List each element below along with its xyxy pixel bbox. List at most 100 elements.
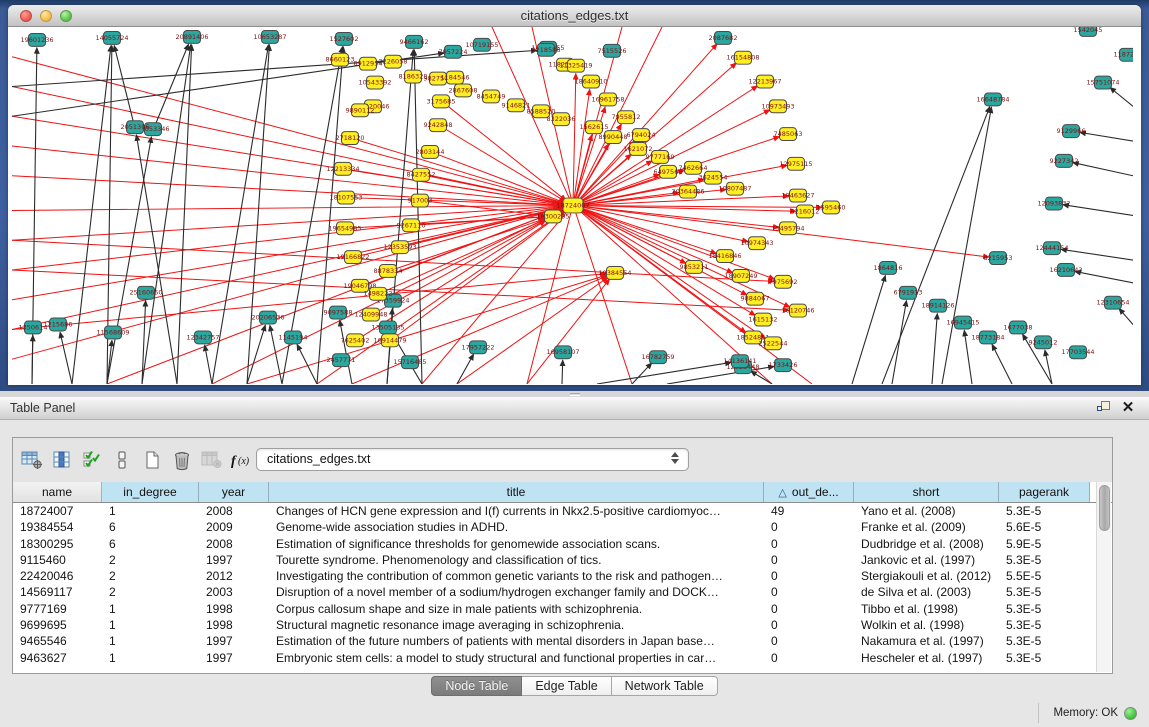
- graph-edge[interactable]: [429, 176, 564, 204]
- scrollbar-thumb[interactable]: [1099, 485, 1110, 531]
- table-cell[interactable]: Dudbridge et al. (2008): [854, 536, 999, 552]
- graph-node[interactable]: 10719155: [465, 38, 498, 51]
- column-header-in_degree[interactable]: in_degree: [102, 482, 199, 502]
- table-cell[interactable]: 1997: [199, 650, 269, 666]
- table-cell[interactable]: 0: [764, 568, 854, 584]
- table-cell[interactable]: 0: [764, 552, 854, 568]
- graph-edge[interactable]: [562, 360, 563, 384]
- graph-node[interactable]: 2867608: [449, 84, 478, 97]
- table-cell[interactable]: Tibbo et al. (1998): [854, 601, 999, 617]
- graph-node[interactable]: 10653287: [253, 30, 286, 43]
- graph-node[interactable]: 19166822: [336, 251, 369, 264]
- memory-ok-indicator[interactable]: [1124, 707, 1137, 720]
- graph-edge[interactable]: [12, 274, 606, 330]
- column-header-out_de[interactable]: △ out_de...: [764, 482, 854, 502]
- table-column-icon[interactable]: [49, 448, 75, 472]
- graph-edge[interactable]: [12, 146, 565, 205]
- table-cell[interactable]: 9463627: [13, 650, 102, 666]
- table-cell[interactable]: Franke et al. (2009): [854, 519, 999, 535]
- graph-edge[interactable]: [136, 135, 177, 384]
- graph-node[interactable]: 1542045: [1074, 27, 1103, 36]
- graph-node[interactable]: 7485063: [774, 128, 803, 141]
- table-cell[interactable]: 9465546: [13, 633, 102, 649]
- graph-node[interactable]: 14055724: [95, 31, 128, 44]
- graph-node[interactable]: 16961758: [591, 93, 624, 106]
- table-cell[interactable]: 0: [764, 536, 854, 552]
- graph-edge[interactable]: [852, 276, 885, 384]
- graph-node[interactable]: 12213967: [748, 75, 781, 88]
- graph-node[interactable]: 12093832: [1037, 197, 1070, 210]
- graph-node[interactable]: 8454749: [477, 90, 506, 103]
- table-cell[interactable]: 9699695: [13, 617, 102, 633]
- graph-node[interactable]: 16210643: [1049, 264, 1082, 277]
- table-row[interactable]: 911546021997Tourette syndrome. Phenomeno…: [13, 552, 1112, 568]
- network-canvas[interactable]: 19601236 14055724 20891406 10653287 1527602 9…: [8, 27, 1141, 384]
- table-cell[interactable]: 0: [764, 617, 854, 633]
- row-selector-icon[interactable]: [109, 448, 135, 472]
- table-selector-dropdown[interactable]: citations_edges.txt: [256, 448, 689, 471]
- table-cell[interactable]: 2008: [199, 503, 269, 519]
- graph-edge[interactable]: [247, 325, 265, 384]
- column-header-name[interactable]: name: [13, 482, 102, 502]
- graph-node[interactable]: 16945415: [946, 316, 979, 329]
- graph-node[interactable]: 1527602: [330, 32, 359, 45]
- table-cell[interactable]: 6: [102, 519, 199, 535]
- graph-node[interactable]: 15495794: [771, 222, 804, 235]
- graph-node[interactable]: 18640910: [574, 75, 607, 88]
- graph-edge[interactable]: [573, 74, 576, 199]
- close-panel-button[interactable]: ✕: [1119, 400, 1137, 416]
- float-panel-button[interactable]: [1095, 400, 1113, 416]
- table-cell[interactable]: 9115460: [13, 552, 102, 568]
- table-cell[interactable]: 5.6E-5: [999, 519, 1090, 535]
- delete-table-icon[interactable]: [199, 448, 225, 472]
- graph-node[interactable]: 7515526: [598, 44, 627, 57]
- graph-edge[interactable]: [597, 362, 731, 384]
- table-cell[interactable]: 1: [102, 650, 199, 666]
- graph-node[interactable]: 8322036: [547, 113, 576, 126]
- table-cell[interactable]: 18724007: [13, 503, 102, 519]
- graph-node[interactable]: 9242848: [424, 119, 453, 132]
- graph-edge[interactable]: [1063, 205, 1133, 216]
- create-column-icon[interactable]: [139, 448, 165, 472]
- table-cell[interactable]: 0: [764, 584, 854, 600]
- table-row[interactable]: 977716911998Corpus callosum shape and si…: [13, 601, 1112, 617]
- table-cell[interactable]: Jankovic et al. (1997): [854, 552, 999, 568]
- table-cell[interactable]: 1997: [199, 633, 269, 649]
- graph-node[interactable]: 7955812: [612, 111, 641, 124]
- table-cell[interactable]: 5.3E-5: [999, 584, 1090, 600]
- function-builder-icon[interactable]: f(x): [229, 448, 255, 472]
- table-cell[interactable]: Corpus callosum shape and size in male p…: [269, 601, 764, 617]
- table-settings-icon[interactable]: [19, 448, 45, 472]
- table-cell[interactable]: 5.3E-5: [999, 601, 1090, 617]
- graph-node[interactable]: 2087682: [709, 31, 738, 44]
- graph-node[interactable]: 1145194: [279, 331, 308, 344]
- graph-node[interactable]: 16914479: [373, 334, 406, 347]
- graph-node[interactable]: 18416846: [708, 250, 741, 263]
- graph-edge[interactable]: [964, 330, 972, 384]
- tab-edge-table[interactable]: Edge Table: [522, 676, 611, 696]
- graph-node[interactable]: 20364486: [671, 185, 704, 198]
- table-cell[interactable]: 5.3E-5: [999, 503, 1090, 519]
- table-cell[interactable]: 0: [764, 519, 854, 535]
- table-cell[interactable]: 1998: [199, 617, 269, 633]
- graph-node[interactable]: 3175685: [427, 95, 456, 108]
- graph-node[interactable]: 20891406: [175, 30, 208, 43]
- table-cell[interactable]: Investigating the contribution of common…: [269, 568, 764, 584]
- table-cell[interactable]: 5.3E-5: [999, 633, 1090, 649]
- graph-edge[interactable]: [527, 279, 609, 384]
- graph-node[interactable]: 9466162: [400, 35, 429, 48]
- column-header-year[interactable]: year: [199, 482, 269, 502]
- vertical-scrollbar[interactable]: [1096, 482, 1111, 672]
- graph-node[interactable]: 9129966: [1057, 125, 1086, 138]
- graph-node[interactable]: 18773184: [971, 331, 1004, 344]
- graph-node[interactable]: 6794024: [627, 129, 656, 142]
- table-row[interactable]: 1938455462009Genome-wide association stu…: [13, 519, 1112, 535]
- graph-node[interactable]: 6791913: [894, 286, 923, 299]
- table-cell[interactable]: Stergiakouli et al. (2012): [854, 568, 999, 584]
- table-row[interactable]: 946362711997Embryonic stem cells: a mode…: [13, 650, 1112, 666]
- table-cell[interactable]: Disruption of a novel member of a sodium…: [269, 584, 764, 600]
- graph-edge[interactable]: [437, 154, 564, 202]
- graph-edge[interactable]: [751, 371, 772, 384]
- table-cell[interactable]: Estimation of significance thresholds fo…: [269, 536, 764, 552]
- graph-node[interactable]: 19601236: [20, 33, 53, 46]
